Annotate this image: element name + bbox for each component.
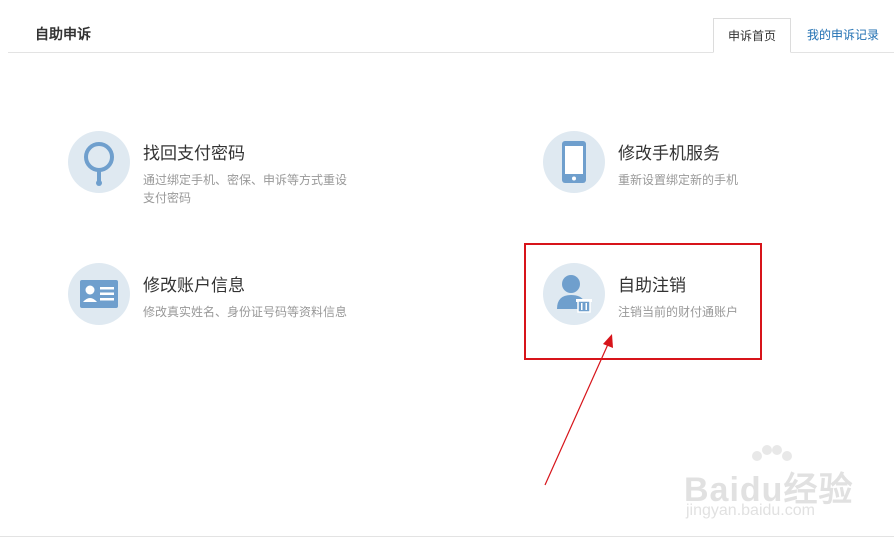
highlight-box bbox=[524, 243, 762, 360]
card-title: 修改手机服务 bbox=[618, 144, 720, 164]
tab-my-appeal-records[interactable]: 我的申诉记录 bbox=[798, 18, 888, 52]
card-modify-account-info[interactable]: 修改账户信息 修改真实姓名、身份证号码等资料信息 bbox=[68, 263, 368, 343]
card-change-mobile-service[interactable]: 修改手机服务 重新设置绑定新的手机 bbox=[543, 131, 843, 211]
page-title: 自助申诉 bbox=[35, 27, 91, 43]
card-description: 修改真实姓名、身份证号码等资料信息 bbox=[143, 305, 348, 319]
card-description: 通过绑定手机、密保、申诉等方式重设支付密码 bbox=[143, 173, 348, 205]
id-card-icon bbox=[68, 263, 130, 325]
card-title: 找回支付密码 bbox=[143, 144, 245, 164]
footer-divider bbox=[0, 536, 894, 537]
card-title: 修改账户信息 bbox=[143, 276, 245, 296]
watermark-url: jingyan.baidu.com bbox=[686, 502, 815, 519]
baidu-jingyan-watermark: Baidu经验 jingyan.baidu.com bbox=[684, 445, 889, 526]
page-header: 自助申诉 申诉首页 我的申诉记录 bbox=[8, 0, 894, 53]
magnifier-key-icon bbox=[68, 131, 130, 193]
tab-appeal-home[interactable]: 申诉首页 bbox=[713, 18, 791, 53]
card-description: 重新设置绑定新的手机 bbox=[618, 173, 739, 187]
card-retrieve-payment-password[interactable]: 找回支付密码 通过绑定手机、密保、申诉等方式重设支付密码 bbox=[68, 131, 368, 211]
mobile-phone-icon bbox=[543, 131, 605, 193]
